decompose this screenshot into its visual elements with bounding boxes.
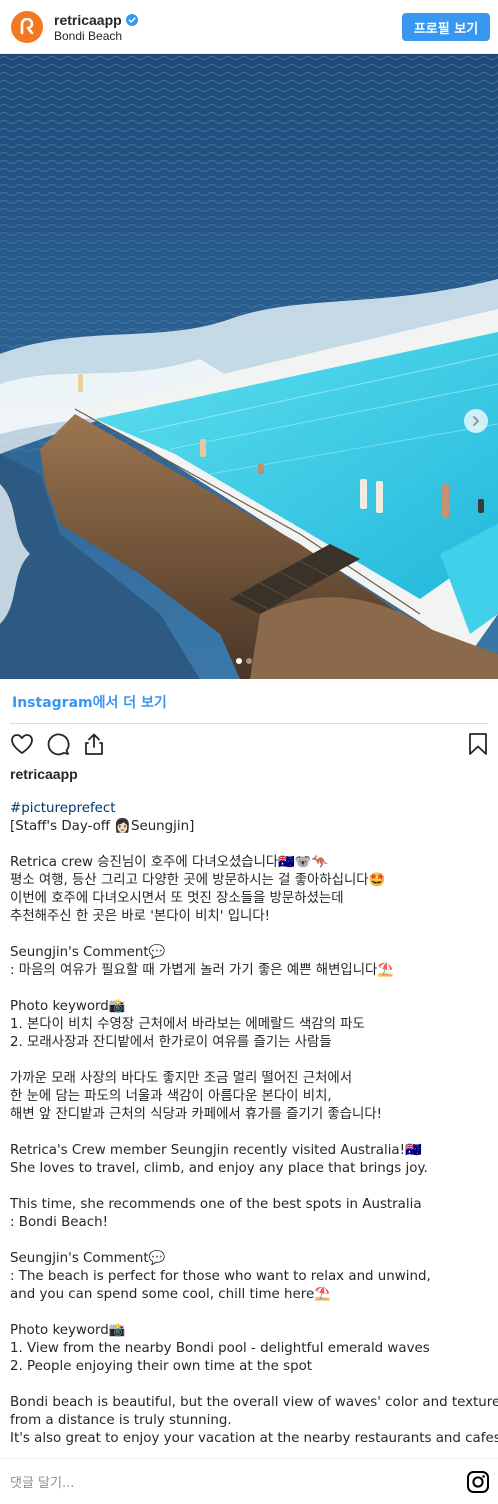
retrica-logo-avatar[interactable] (11, 11, 43, 43)
heart-icon[interactable] (10, 732, 34, 756)
hashtag-link[interactable]: #pictureprefect (10, 800, 490, 818)
share-icon[interactable] (82, 732, 106, 756)
caption-line: from a distance is truly stunning. (10, 1413, 232, 1428)
username-row: retricaapp (54, 12, 138, 28)
retrica-logo-icon (20, 18, 34, 35)
caption-line (10, 836, 490, 854)
comment-icon[interactable] (46, 732, 70, 756)
post-photo[interactable] (0, 54, 498, 679)
caption-line: 1. View from the nearby Bondi pool - del… (10, 1341, 430, 1356)
caption-line: : The beach is perfect for those who wan… (10, 1269, 431, 1284)
caption-line: : Bondi Beach! (10, 1215, 108, 1230)
caption-line: 추천해주신 한 곳은 바로 '본다이 비치' 입니다! (10, 909, 271, 924)
caption-line: [Staff's Day-off 👩🏻Seungjin] (10, 819, 195, 834)
caption-line (10, 1124, 490, 1142)
caption-line: Seungjin's Comment💬 (10, 1251, 166, 1266)
chevron-right-icon (473, 416, 479, 426)
carousel-dot (246, 658, 252, 664)
next-slide-button[interactable] (464, 409, 488, 433)
divider (10, 723, 488, 724)
caption-line: Bondi beach is beautiful, but the overal… (10, 1395, 498, 1410)
caption-line: 1. 본다이 비치 수영장 근처에서 바라보는 에메랄드 색감의 파도 (10, 1017, 365, 1032)
caption-line: 해변 앞 잔디밭과 근처의 식당과 카페에서 휴가를 즐기기 좋습니다! (10, 1107, 383, 1122)
caption-line: 이번에 호주에 다녀오시면서 또 멋진 장소들을 방문하셨는데 (10, 891, 344, 906)
comment-bar: 댓글 달기... (0, 1458, 498, 1504)
post-caption: #pictureprefect [Staff's Day-off 👩🏻Seungj… (10, 800, 498, 1448)
bookmark-icon[interactable] (466, 732, 490, 756)
caption-line: This time, she recommends one of the bes… (10, 1197, 422, 1212)
caption-line: She loves to travel, climb, and enjoy an… (10, 1161, 428, 1176)
caption-line (10, 980, 490, 998)
carousel-dot-active (236, 658, 242, 664)
verified-badge-icon (125, 14, 138, 26)
caption-line: It's also great to enjoy your vacation a… (10, 1431, 498, 1446)
action-bar (10, 732, 488, 758)
caption-line (10, 1052, 490, 1070)
beach-pool-image (0, 54, 498, 679)
carousel-indicator (236, 658, 252, 664)
caption-line: Retrica's Crew member Seungjin recently … (10, 1143, 422, 1158)
instagram-icon[interactable] (466, 1470, 490, 1494)
username-link[interactable]: retricaapp (54, 12, 122, 28)
post-username[interactable]: retricaapp (10, 766, 78, 782)
see-more-on-instagram-link[interactable]: Instagram에서 더 보기 (12, 692, 167, 712)
view-profile-button[interactable]: 프로필 보기 (402, 13, 490, 41)
caption-line: Seungjin's Comment💬 (10, 945, 166, 960)
add-comment-input[interactable]: 댓글 달기... (10, 1472, 74, 1491)
caption-line: 가까운 모래 사장의 바다도 좋지만 조금 멀리 떨어진 근처에서 (10, 1071, 353, 1086)
caption-line: Photo keyword📸 (10, 1323, 126, 1338)
caption-line: Photo keyword📸 (10, 999, 126, 1014)
caption-line: 2. 모래사장과 잔디밭에서 한가로이 여유를 즐기는 사람들 (10, 1035, 332, 1050)
caption-line: 2. People enjoying their own time at the… (10, 1359, 313, 1374)
caption-line (10, 926, 490, 944)
caption-line (10, 1178, 490, 1196)
location-link[interactable]: Bondi Beach (54, 29, 122, 43)
caption-line: : 마음의 여유가 필요할 때 가볍게 놀러 가기 좋은 예쁜 해변입니다⛱️ (10, 963, 395, 978)
post-header: retricaapp Bondi Beach 프로필 보기 (0, 0, 498, 54)
caption-line (10, 1304, 490, 1322)
caption-line: Retrica crew 승진님이 호주에 다녀오셨습니다🇦🇺🐨🦘 (10, 855, 329, 870)
caption-line (10, 1232, 490, 1250)
caption-line: 평소 여행, 등산 그리고 다양한 곳에 방문하시는 걸 좋아하십니다🤩 (10, 873, 386, 888)
caption-line (10, 1376, 490, 1394)
caption-line: and you can spend some cool, chill time … (10, 1287, 331, 1302)
caption-line: 한 눈에 담는 파도의 너울과 색감이 아름다운 본다이 비치, (10, 1089, 332, 1104)
